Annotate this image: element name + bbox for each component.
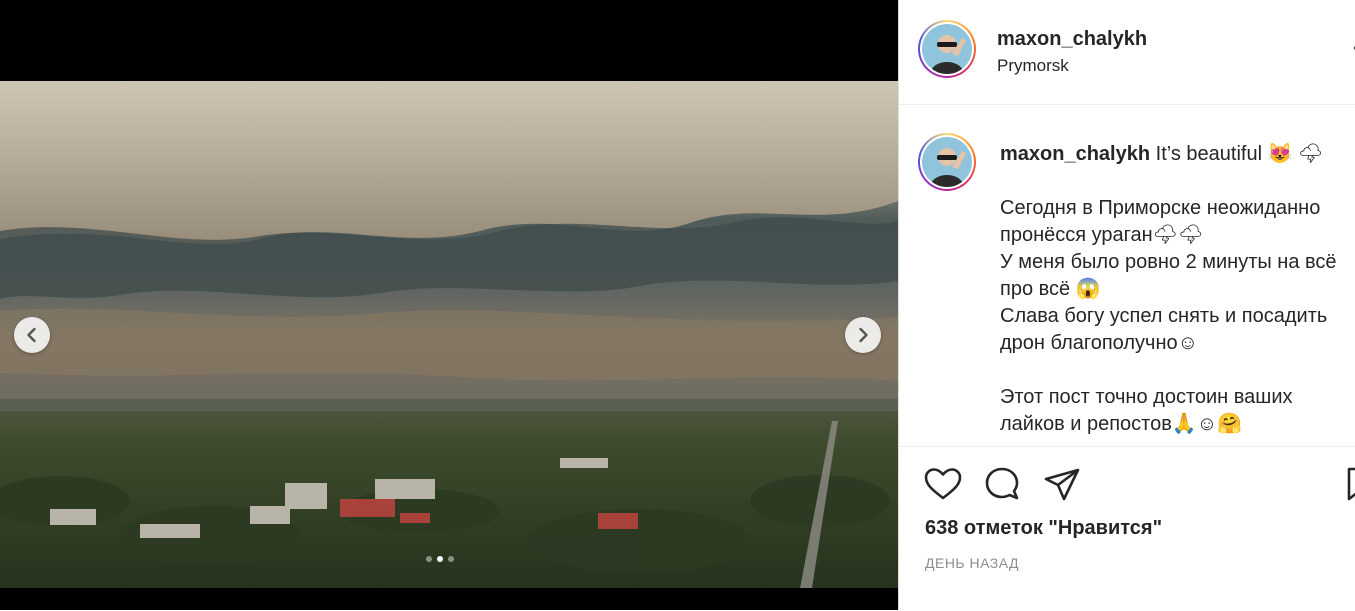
carousel-next-button[interactable] — [845, 317, 881, 353]
caption-line: про всё 😱 — [1000, 278, 1101, 300]
caption-line: дрон благополучно☺ — [1000, 332, 1199, 354]
post-details-panel: maxon_chalykh Prymorsk maxon_chalykh It’… — [898, 0, 1355, 610]
post-location[interactable]: Prymorsk — [997, 56, 1069, 76]
likes-count[interactable]: 638 отметок "Нравится" — [925, 517, 1162, 540]
caption-intro: It’s beautiful 😻 🌩 — [1155, 143, 1324, 165]
paper-plane-icon[interactable] — [1042, 465, 1082, 505]
carousel-dot-active — [437, 556, 443, 562]
caption-line: Слава богу успел снять и посадить — [1000, 305, 1328, 327]
caption-line: У меня было ровно 2 минуты на всё — [1000, 251, 1337, 273]
heart-icon[interactable] — [923, 465, 963, 505]
post-media — [0, 0, 898, 610]
caption-avatar[interactable] — [918, 133, 976, 191]
post-author-username[interactable]: maxon_chalykh — [997, 28, 1147, 51]
post-actions: 638 отметок "Нравится" ДЕНЬ НАЗАД — [899, 446, 1355, 611]
post-header: maxon_chalykh Prymorsk — [899, 0, 1355, 105]
caption-line: пронёсся ураган🌩🌩 — [1000, 224, 1204, 246]
post-photo — [0, 81, 898, 588]
caption-line: Этот пост точно достоин ваших — [1000, 386, 1293, 408]
chevron-right-icon — [859, 327, 868, 343]
carousel-indicator — [426, 556, 454, 562]
carousel-prev-button[interactable] — [14, 317, 50, 353]
carousel-dot — [448, 556, 454, 562]
avatar[interactable] — [918, 20, 976, 78]
comment-icon[interactable] — [982, 465, 1022, 505]
bookmark-icon[interactable] — [1345, 465, 1355, 505]
carousel-dot — [426, 556, 432, 562]
caption-username[interactable]: maxon_chalykh — [1000, 143, 1150, 165]
post-caption: maxon_chalykh It’s beautiful 😻 🌩 Сегодня… — [1000, 141, 1355, 438]
caption-line: Сегодня в Приморске неожиданно — [1000, 197, 1321, 219]
post-timestamp[interactable]: ДЕНЬ НАЗАД — [925, 555, 1019, 571]
caption-line: лайков и репостов🙏☺🤗 — [1000, 413, 1243, 435]
chevron-left-icon — [27, 327, 36, 343]
